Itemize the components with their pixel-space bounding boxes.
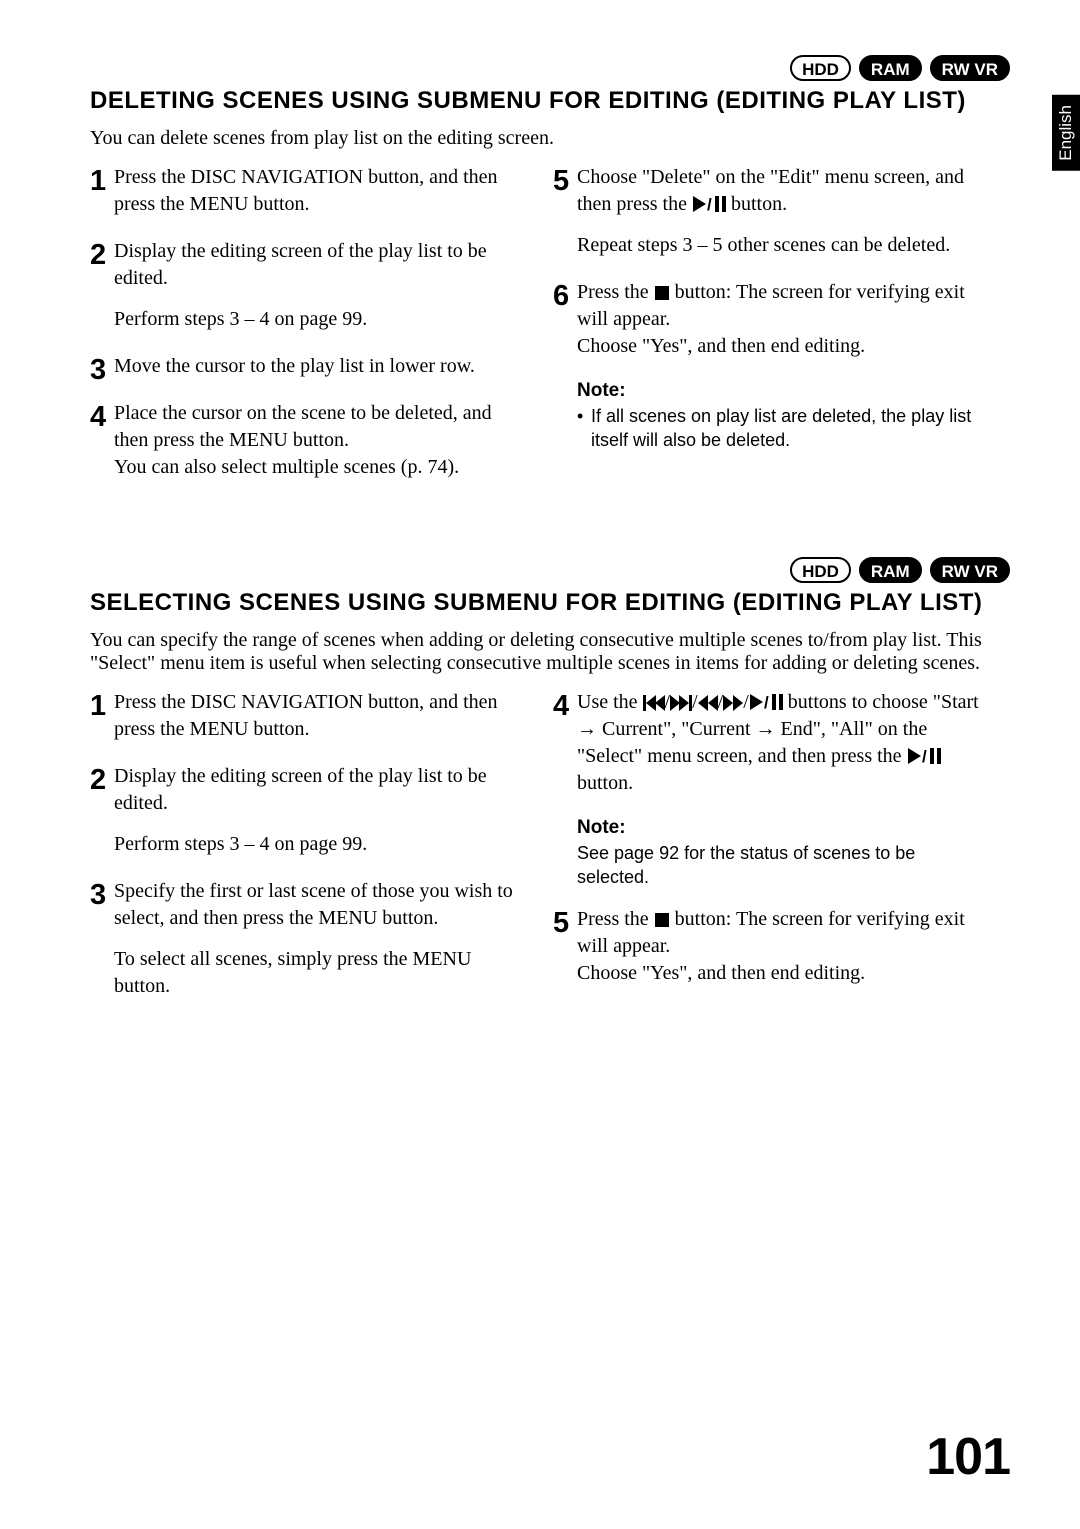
note-text: See page 92 for the status of scenes to … (577, 841, 988, 890)
language-tab: English (1052, 95, 1080, 171)
step-5-sub: Repeat steps 3 – 5 other scenes can be d… (553, 232, 988, 259)
badge-rwvr: RW VR (930, 55, 1010, 81)
section2-title: SELECTING SCENES USING SUBMENU FOR EDITI… (90, 589, 1010, 617)
step-2: 2 Display the editing screen of the play… (90, 238, 525, 292)
step-1: 1 Press the DISC NAVIGATION button, and … (90, 689, 525, 743)
step-1: 1 Press the DISC NAVIGATION button, and … (90, 164, 525, 218)
step-text: Use the (577, 691, 638, 713)
step-5: 5 Press the button: The screen for verif… (553, 906, 988, 987)
play-pause-icon: / (749, 693, 783, 711)
badge-rwvr: RW VR (930, 557, 1010, 583)
step-text: button. (577, 772, 633, 794)
section2-intro: You can specify the range of scenes when… (90, 629, 1010, 675)
step-2: 2 Display the editing screen of the play… (90, 763, 525, 817)
play-pause-icon: / (907, 747, 941, 765)
section1-columns: 1 Press the DISC NAVIGATION button, and … (90, 164, 1010, 501)
stop-icon (654, 285, 670, 301)
note-body: • If all scenes on play list are deleted… (553, 404, 988, 453)
step-6: 6 Press the button: The screen for verif… (553, 279, 988, 360)
badge-hdd: HDD (790, 55, 851, 81)
play-pause-icon: / (692, 195, 726, 213)
note-text: If all scenes on play list are deleted, … (591, 404, 988, 453)
step-text: Press the DISC NAVIGATION button, and th… (114, 166, 498, 215)
badge-row: HDD RAM RW VR (90, 557, 1010, 583)
svg-text:/: / (922, 747, 927, 765)
prev-track-icon (643, 695, 665, 711)
step-number: 1 (90, 162, 106, 201)
section1-left-column: 1 Press the DISC NAVIGATION button, and … (90, 164, 525, 501)
step-3: 3 Move the cursor to the play list in lo… (90, 353, 525, 380)
step-text: Press the (577, 908, 649, 930)
step-number: 5 (553, 904, 569, 943)
step-text: button. (731, 193, 787, 215)
step-number: 3 (90, 351, 106, 390)
note-heading: Note: (553, 817, 988, 839)
next-track-icon (670, 695, 692, 711)
svg-text:/: / (764, 693, 769, 711)
stop-icon (654, 912, 670, 928)
page-number: 101 (926, 1427, 1010, 1487)
step-5: 5 Choose "Delete" on the "Edit" menu scr… (553, 164, 988, 218)
step-text: You can also select multiple scenes (p. … (114, 456, 459, 478)
section1-right-column: 5 Choose "Delete" on the "Edit" menu scr… (553, 164, 988, 501)
section1-intro: You can delete scenes from play list on … (90, 127, 1010, 150)
step-text: Display the editing screen of the play l… (114, 240, 487, 289)
badge-ram: RAM (859, 557, 922, 583)
step-number: 3 (90, 876, 106, 915)
step-text: Move the cursor to the play list in lowe… (114, 355, 475, 377)
step-number: 5 (553, 162, 569, 201)
step-text: Specify the first or last scene of those… (114, 880, 513, 929)
step-number: 2 (90, 236, 106, 275)
note-heading: Note: (553, 380, 988, 402)
step-3-sub: To select all scenes, simply press the M… (90, 946, 525, 1000)
step-number: 1 (90, 687, 106, 726)
section1-title: DELETING SCENES USING SUBMENU FOR EDITIN… (90, 87, 1010, 115)
badge-ram: RAM (859, 55, 922, 81)
step-text: Press the (577, 281, 649, 303)
step-text: Place the cursor on the scene to be dele… (114, 402, 492, 451)
step-2-sub: Perform steps 3 – 4 on page 99. (90, 831, 525, 858)
step-text: Choose "Yes", and then end editing. (577, 335, 865, 357)
section2-right-column: 4 Use the ///// buttons to choose "Start… (553, 689, 988, 1020)
section2-left-column: 1 Press the DISC NAVIGATION button, and … (90, 689, 525, 1020)
svg-text:/: / (707, 195, 712, 213)
badge-hdd: HDD (790, 557, 851, 583)
section2: HDD RAM RW VR SELECTING SCENES USING SUB… (90, 557, 1010, 1020)
step-4: 4 Place the cursor on the scene to be de… (90, 400, 525, 481)
step-2-sub: Perform steps 3 – 4 on page 99. (90, 306, 525, 333)
page: English HDD RAM RW VR DELETING SCENES US… (0, 0, 1080, 1529)
badge-row: HDD RAM RW VR (90, 55, 1010, 81)
step-number: 2 (90, 761, 106, 800)
step-text: Choose "Yes", and then end editing. (577, 962, 865, 984)
forward-icon (723, 695, 743, 711)
note-body: See page 92 for the status of scenes to … (553, 841, 988, 890)
section2-columns: 1 Press the DISC NAVIGATION button, and … (90, 689, 1010, 1020)
step-number: 4 (90, 398, 106, 437)
step-number: 4 (553, 687, 569, 726)
step-text: Display the editing screen of the play l… (114, 765, 487, 814)
rewind-icon (698, 695, 718, 711)
step-3: 3 Specify the first or last scene of tho… (90, 878, 525, 932)
step-4: 4 Use the ///// buttons to choose "Start… (553, 689, 988, 797)
step-number: 6 (553, 277, 569, 316)
bullet-icon: • (577, 404, 591, 453)
step-text: Press the DISC NAVIGATION button, and th… (114, 691, 498, 740)
